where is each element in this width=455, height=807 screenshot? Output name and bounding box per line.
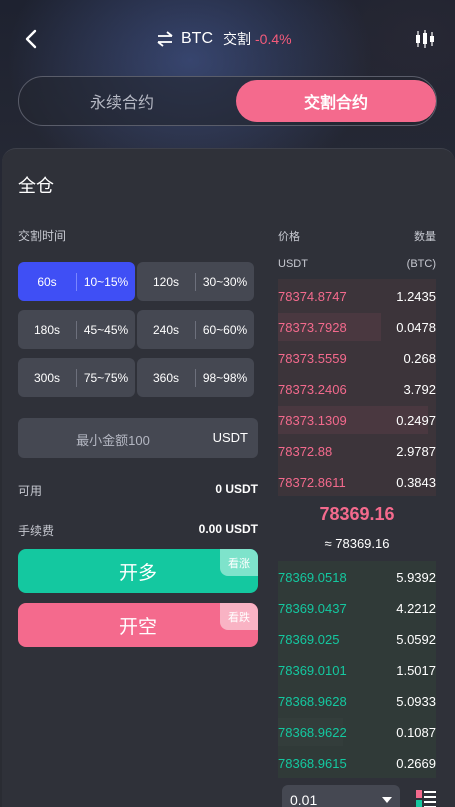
fee-label: 手续费 xyxy=(18,524,55,538)
time-option-180s[interactable]: 180s 45~45% xyxy=(18,310,135,349)
contract-type-label: 交割 xyxy=(223,31,251,47)
precision-select[interactable]: 0.01 xyxy=(282,785,400,807)
order-price: 78373.5559 xyxy=(278,351,347,366)
time-option-time: 360s xyxy=(152,370,180,385)
order-price: 78368.9615 xyxy=(278,756,347,771)
time-option-range: 45~45% xyxy=(83,322,129,337)
ask-row[interactable]: 78373.1309 0.2497 xyxy=(278,406,436,434)
symbol-label: BTC xyxy=(181,30,213,47)
price-column-label: 价格 xyxy=(278,231,300,243)
order-qty: 4.2212 xyxy=(396,601,436,616)
candlestick-chart-icon[interactable] xyxy=(414,28,436,50)
available-value: 0 USDT xyxy=(215,482,258,496)
delivery-time-label: 交割时间 xyxy=(18,229,67,243)
time-option-time: 240s xyxy=(152,322,180,337)
order-price: 78368.9622 xyxy=(278,725,347,740)
page-title[interactable]: BTC 交割 -0.4% xyxy=(156,28,292,50)
bid-row[interactable]: 78369.025 5.0592 xyxy=(278,625,436,653)
order-qty: 1.2435 xyxy=(396,289,436,304)
amount-unit: USDT xyxy=(212,430,248,445)
ask-row[interactable]: 78373.5559 0.268 xyxy=(278,344,436,372)
bid-row[interactable]: 78368.9622 0.1087 xyxy=(278,718,436,746)
amount-input[interactable]: 最小金额100 USDT xyxy=(18,418,258,458)
open-short-label: 开空 xyxy=(118,616,157,638)
order-qty: 5.0933 xyxy=(396,694,436,709)
header: BTC 交割 -0.4% xyxy=(0,0,455,78)
bullish-tag: 看涨 xyxy=(220,549,258,576)
order-price: 78369.0437 xyxy=(278,601,347,616)
qty-column-label: 数量 xyxy=(414,231,436,243)
order-price: 78373.1309 xyxy=(278,413,347,428)
ask-row[interactable]: 78374.8747 1.2435 xyxy=(278,282,436,310)
mark-price: ≈ 78369.16 xyxy=(324,536,390,551)
orderbook-layout-icon[interactable] xyxy=(416,790,436,807)
bid-row[interactable]: 78369.0518 5.9392 xyxy=(278,563,436,591)
open-long-button[interactable]: 开多 看涨 xyxy=(18,549,258,593)
order-price: 78369.025 xyxy=(278,632,340,647)
time-option-range: 98~98% xyxy=(202,370,248,385)
order-price: 78373.2406 xyxy=(278,382,347,397)
time-option-time: 180s xyxy=(33,322,61,337)
time-option-300s[interactable]: 300s 75~75% xyxy=(18,358,135,397)
order-qty: 0.3843 xyxy=(396,475,436,490)
tab-perpetual[interactable]: 永续合约 xyxy=(22,80,222,122)
qty-unit-label: (BTC) xyxy=(406,258,436,270)
time-option-120s[interactable]: 120s 30~30% xyxy=(137,262,254,301)
open-short-button[interactable]: 开空 看跌 xyxy=(18,603,258,647)
order-price: 78368.9628 xyxy=(278,694,347,709)
order-qty: 3.792 xyxy=(403,382,436,397)
bid-row[interactable]: 78368.9628 5.0933 xyxy=(278,687,436,715)
time-option-time: 120s xyxy=(152,274,180,289)
order-price: 78372.88 xyxy=(278,444,333,459)
chevron-down-icon xyxy=(382,797,392,803)
price-change: -0.4% xyxy=(255,31,292,47)
tab-delivery[interactable]: 交割合约 xyxy=(236,80,436,122)
ask-row[interactable]: 78373.2406 3.792 xyxy=(278,375,436,403)
order-price: 78372.8611 xyxy=(278,475,346,490)
time-option-range: 30~30% xyxy=(202,274,248,289)
time-option-range: 60~60% xyxy=(202,322,248,337)
bearish-tag: 看跌 xyxy=(220,603,258,630)
order-qty: 0.2497 xyxy=(396,413,436,428)
fee-value: 0.00 USDT xyxy=(198,522,258,536)
time-option-range: 75~75% xyxy=(83,370,129,385)
order-qty: 1.5017 xyxy=(396,663,436,678)
ask-row[interactable]: 78372.8611 0.3843 xyxy=(278,468,436,496)
available-label: 可用 xyxy=(18,484,43,498)
order-qty: 5.9392 xyxy=(396,570,436,585)
time-option-60s[interactable]: 60s 10~15% xyxy=(18,262,135,301)
contract-switch: 永续合约 交割合约 xyxy=(18,76,437,126)
order-qty: 0.0478 xyxy=(396,320,436,335)
time-option-range: 10~15% xyxy=(83,274,129,289)
back-arrow-icon[interactable] xyxy=(22,28,42,50)
ask-row[interactable]: 78373.7928 0.0478 xyxy=(278,313,436,341)
ask-row[interactable]: 78372.88 2.9787 xyxy=(278,437,436,465)
order-qty: 2.9787 xyxy=(396,444,436,459)
order-qty: 0.1087 xyxy=(396,725,436,740)
bid-row[interactable]: 78368.9615 0.2669 xyxy=(278,749,436,777)
time-option-240s[interactable]: 240s 60~60% xyxy=(137,310,254,349)
order-qty: 0.2669 xyxy=(396,756,436,771)
order-price: 78373.7928 xyxy=(278,320,347,335)
precision-value: 0.01 xyxy=(290,792,318,807)
bid-row[interactable]: 78369.0437 4.2212 xyxy=(278,594,436,622)
open-long-label: 开多 xyxy=(118,562,157,584)
bid-row[interactable]: 78369.0101 1.5017 xyxy=(278,656,436,684)
margin-mode-label[interactable]: 全仓 xyxy=(18,172,54,198)
order-qty: 5.0592 xyxy=(396,632,436,647)
amount-placeholder: 最小金额100 xyxy=(76,433,150,448)
price-unit-label: USDT xyxy=(278,258,308,270)
order-qty: 0.268 xyxy=(403,351,436,366)
order-price: 78369.0518 xyxy=(278,570,347,585)
last-price: 78369.16 xyxy=(319,504,395,524)
time-option-time: 300s xyxy=(33,370,61,385)
time-option-time: 60s xyxy=(37,274,57,289)
time-option-360s[interactable]: 360s 98~98% xyxy=(137,358,254,397)
swap-icon xyxy=(157,31,173,47)
order-price: 78374.8747 xyxy=(278,289,347,304)
order-price: 78369.0101 xyxy=(278,663,347,678)
